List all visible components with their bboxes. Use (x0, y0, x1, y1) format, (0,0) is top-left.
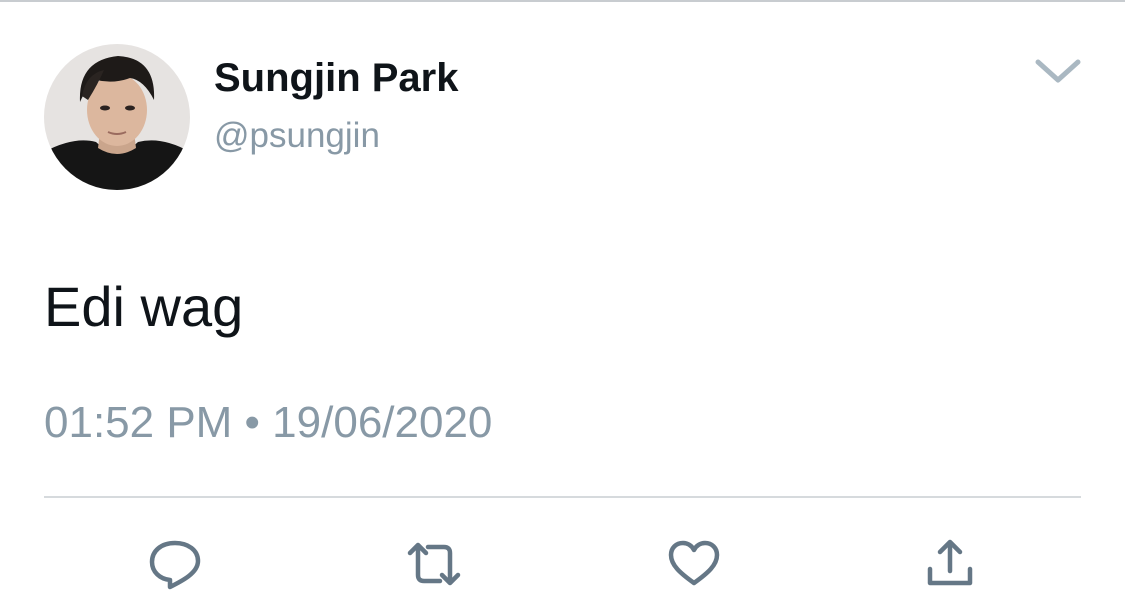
top-divider (0, 0, 1125, 2)
avatar-photo (44, 44, 190, 190)
retweet-icon (407, 542, 461, 586)
heart-icon (668, 540, 720, 586)
more-options-button[interactable] (1028, 50, 1088, 90)
author-handle[interactable]: @psungjin (214, 114, 380, 158)
author-display-name[interactable]: Sungjin Park (214, 54, 459, 102)
actions-divider (44, 496, 1081, 498)
avatar[interactable] (44, 44, 190, 190)
reply-icon (149, 540, 201, 590)
like-button[interactable] (664, 536, 724, 592)
reply-button[interactable] (146, 536, 206, 592)
tweet-timestamp: 01:52 PM • 19/06/2020 (44, 398, 493, 447)
chevron-down-icon (1035, 59, 1081, 83)
retweet-button[interactable] (404, 536, 464, 592)
share-button[interactable] (920, 536, 980, 592)
share-icon (927, 539, 973, 586)
tweet-text: Edi wag (44, 275, 244, 338)
